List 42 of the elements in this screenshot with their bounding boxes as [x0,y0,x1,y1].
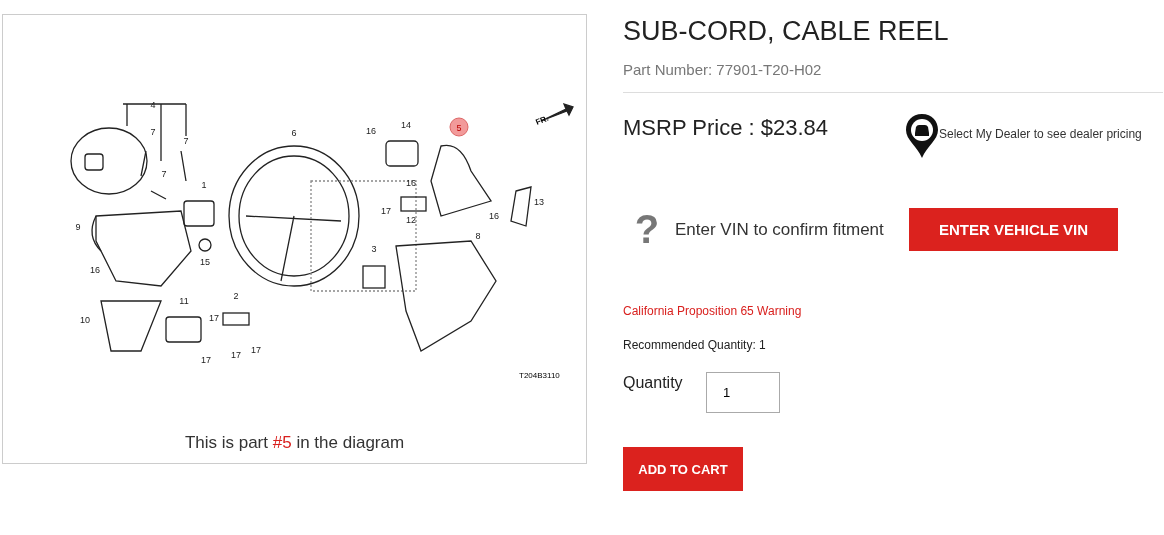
enter-vin-button[interactable]: ENTER VEHICLE VIN [909,208,1118,251]
dealer-note: Select My Dealer to see dealer pricing [939,127,1142,141]
callout-number: 5 [456,123,462,133]
callout-number: 2 [233,291,239,301]
dealer-pin-icon[interactable] [905,113,939,159]
callout-number: 14 [401,120,411,130]
vin-prompt: Enter VIN to confirm fitment [675,219,885,240]
callout-number: 1 [201,180,207,190]
callout-number: 16 [406,178,416,188]
callout-number: 15 [200,257,210,267]
callout-number: 4 [150,100,156,110]
msrp-price: MSRP Price : $23.84 [623,115,830,142]
drawing-code: T204B3110 [519,371,560,380]
callout-number: 17 [209,313,219,323]
direction-label: FR. [534,113,550,127]
callout-number: 3 [371,244,377,254]
callout-number: 17 [251,345,261,355]
callout-number: 7 [161,169,167,179]
callout-number: 17 [381,206,391,216]
callout-number: 17 [201,355,211,365]
callout-number: 13 [534,197,544,207]
callout-number: 16 [90,265,100,275]
prop65-warning-link[interactable]: California Proposition 65 Warning [623,304,1163,318]
product-title: SUB-CORD, CABLE REEL [623,16,950,47]
quantity-label: Quantity [623,373,684,392]
recommended-quantity: Recommended Quantity: 1 [623,338,767,352]
help-icon: ? [623,207,671,252]
callout-number: 8 [475,231,481,241]
callout-number: 7 [150,127,156,137]
callout-number: 16 [366,126,376,136]
add-to-cart-button[interactable]: ADD TO CART [623,447,743,491]
diagram-caption: This is part #5 in the diagram [183,433,406,453]
callout-number: 17 [231,350,241,360]
callout-number: 16 [489,211,499,221]
callout-number: 7 [183,136,189,146]
part-number: Part Number: 77901-T20-H02 [623,61,823,78]
callout-number: 12 [406,215,416,225]
callout-number: 9 [75,222,81,232]
callout-number: 6 [291,128,297,138]
quantity-field[interactable]: 1 [706,372,780,413]
callout-number: 10 [80,315,90,325]
callout-number: 11 [179,296,189,306]
